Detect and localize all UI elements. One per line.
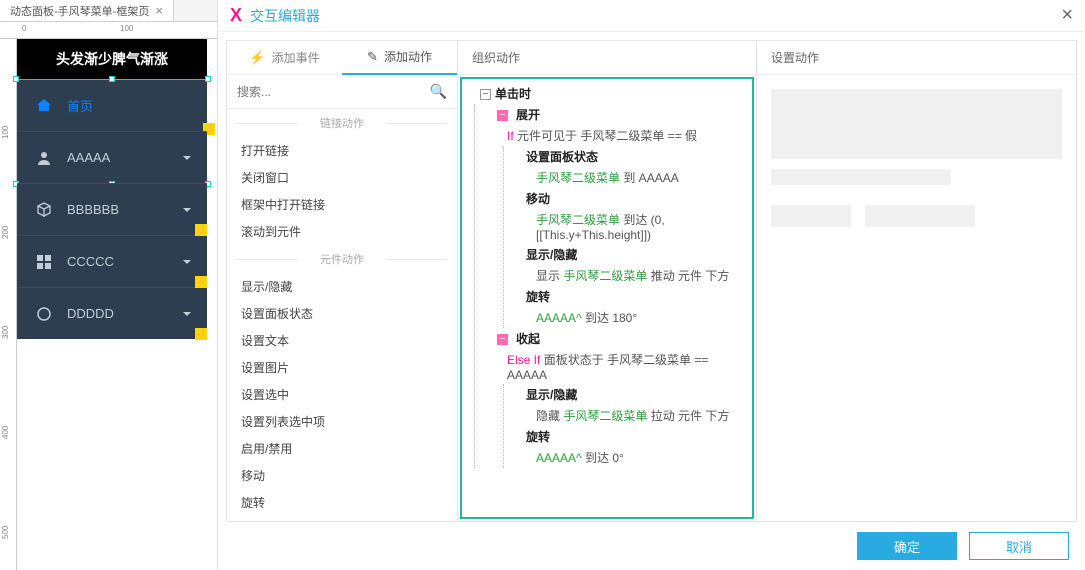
- app-logo-icon: X: [230, 5, 242, 26]
- dialog-titlebar: X 交互编辑器 ×: [218, 0, 1085, 32]
- tab-add-action[interactable]: ✎ 添加动作: [342, 41, 457, 75]
- group-widget-actions: 元件动作: [227, 245, 457, 273]
- close-icon[interactable]: ×: [155, 3, 163, 18]
- menu-item-d[interactable]: DDDDD: [17, 287, 207, 339]
- dialog-footer: 确定 取消: [218, 522, 1085, 570]
- collapse-icon[interactable]: −: [480, 89, 491, 100]
- menu-label: 首页: [67, 96, 93, 115]
- collapse-icon[interactable]: −: [497, 334, 508, 345]
- menu-item-a[interactable]: AAAAA: [17, 131, 207, 183]
- action-move[interactable]: 移动: [227, 462, 457, 489]
- chevron-down-icon: [181, 204, 193, 216]
- bolt-icon: ⚡: [195, 276, 207, 288]
- menu-label: BBBBBB: [67, 202, 119, 217]
- bolt-icon: ⚡: [195, 328, 207, 340]
- menu-label: CCCCC: [67, 254, 114, 269]
- search-icon: 🔍: [430, 83, 447, 100]
- settings-title: 设置动作: [757, 41, 1076, 75]
- placeholder-block: [771, 89, 1062, 159]
- organize-column: 组织动作 −单击时 −展开 If 元件可见于 手风琴二级菜单 == 假 设置面板…: [457, 40, 757, 522]
- search-box[interactable]: 🔍: [227, 75, 457, 109]
- chevron-down-icon: [181, 308, 193, 320]
- chevron-down-icon: [181, 152, 193, 164]
- action-tree[interactable]: −单击时 −展开 If 元件可见于 手风琴二级菜单 == 假 设置面板状态 手风…: [460, 77, 754, 519]
- action-set-text[interactable]: 设置文本: [227, 327, 457, 354]
- cube-icon: [35, 201, 53, 219]
- action-close-window[interactable]: 关闭窗口: [227, 164, 457, 191]
- action-set-size[interactable]: 设置尺寸: [227, 516, 457, 521]
- menu-item-home[interactable]: 首页: [17, 79, 207, 131]
- canvas-area: 0 100 100 200 300 400 500 头发渐少脾气渐涨 首页: [0, 22, 217, 570]
- placeholder-line: [771, 169, 951, 185]
- actions-column: ⚡ 添加事件 ✎ 添加动作 🔍 链接动作 打开链接: [226, 40, 458, 522]
- organize-title: 组织动作: [458, 41, 756, 75]
- cancel-button[interactable]: 取消: [969, 532, 1069, 560]
- placeholder-chip: [771, 205, 851, 227]
- page-tab[interactable]: 动态面板-手风琴菜单-框架页 ×: [0, 0, 174, 21]
- menu-item-c[interactable]: CCCCC: [17, 235, 207, 287]
- wand-icon: ✎: [367, 49, 378, 65]
- tab-add-event[interactable]: ⚡ 添加事件: [227, 41, 342, 75]
- lightning-icon: ⚡: [249, 50, 265, 66]
- ok-button[interactable]: 确定: [857, 532, 957, 560]
- action-open-in-frame[interactable]: 框架中打开链接: [227, 191, 457, 218]
- action-set-image[interactable]: 设置图片: [227, 354, 457, 381]
- placeholder-chip: [865, 205, 975, 227]
- bolt-icon: ⚡: [195, 224, 207, 236]
- chevron-down-icon: [181, 256, 193, 268]
- action-set-selected[interactable]: 设置选中: [227, 381, 457, 408]
- user-icon: [35, 149, 53, 167]
- close-icon[interactable]: ×: [1061, 4, 1073, 27]
- collapse-icon[interactable]: −: [497, 110, 508, 121]
- action-show-hide[interactable]: 显示/隐藏: [227, 273, 457, 300]
- action-set-panel-state[interactable]: 设置面板状态: [227, 300, 457, 327]
- ruler-vertical: 100 200 300 400 500: [0, 39, 17, 570]
- tab-title: 动态面板-手风琴菜单-框架页: [10, 3, 149, 19]
- home-icon: [35, 97, 53, 115]
- group-link-actions: 链接动作: [227, 109, 457, 137]
- menu-item-b[interactable]: BBBBBB: [17, 183, 207, 235]
- action-set-list-selected[interactable]: 设置列表选中项: [227, 408, 457, 435]
- ruler-horizontal: 0 100: [0, 22, 217, 39]
- action-enable-disable[interactable]: 启用/禁用: [227, 435, 457, 462]
- accordion-panel[interactable]: 头发渐少脾气渐涨 首页 ⚡ AAAAA: [17, 39, 207, 339]
- menu-label: AAAAA: [67, 150, 110, 165]
- interaction-editor-dialog: X 交互编辑器 × ⚡ 添加事件 ✎ 添加动作: [217, 0, 1085, 570]
- dialog-title: 交互编辑器: [250, 6, 320, 26]
- action-rotate[interactable]: 旋转: [227, 489, 457, 516]
- menu-label: DDDDD: [67, 306, 114, 321]
- settings-column: 设置动作: [756, 40, 1077, 522]
- search-input[interactable]: [237, 85, 430, 99]
- action-scroll-to[interactable]: 滚动到元件: [227, 218, 457, 245]
- action-open-link[interactable]: 打开链接: [227, 137, 457, 164]
- grid-icon: [35, 253, 53, 271]
- circle-icon: [35, 305, 53, 323]
- panel-header: 头发渐少脾气渐涨: [17, 39, 207, 79]
